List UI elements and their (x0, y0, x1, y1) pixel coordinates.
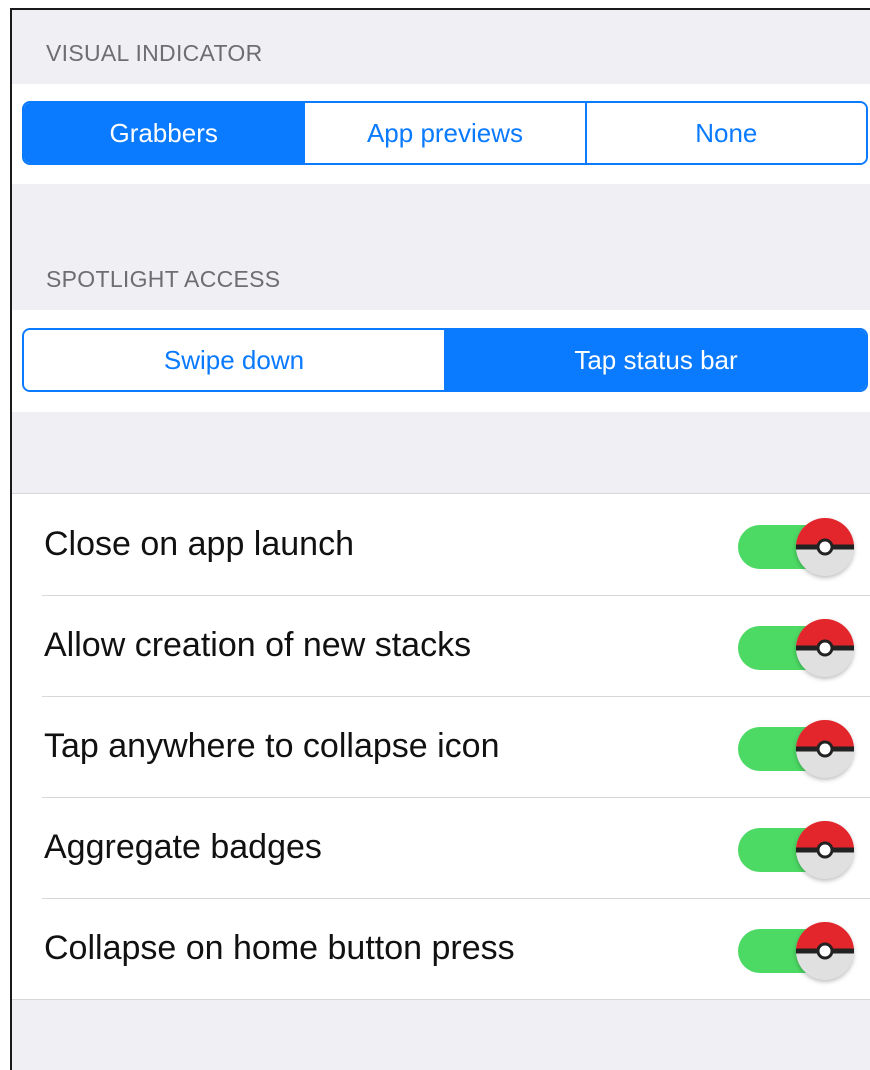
settings-toggle-list: Close on app launch Allow creation of ne… (12, 493, 870, 1000)
visual-indicator-band: Grabbers App previews None (12, 84, 870, 184)
segment-swipe-down[interactable]: Swipe down (24, 330, 446, 390)
settings-screen: VISUAL INDICATOR Grabbers App previews N… (10, 8, 870, 1070)
pokeball-knob-icon (796, 922, 854, 980)
setting-label: Collapse on home button press (44, 929, 515, 967)
pokeball-knob-icon (796, 619, 854, 677)
setting-row-collapse-on-home-button-press: Collapse on home button press (12, 898, 870, 999)
segment-app-previews[interactable]: App previews (305, 103, 587, 163)
tap-anywhere-collapse-toggle[interactable] (738, 718, 856, 780)
setting-label: Allow creation of new stacks (44, 626, 472, 664)
setting-label: Tap anywhere to collapse icon (44, 727, 500, 765)
setting-row-allow-creation-of-new-stacks: Allow creation of new stacks (12, 595, 870, 696)
allow-new-stacks-toggle[interactable] (738, 617, 856, 679)
setting-row-aggregate-badges: Aggregate badges (12, 797, 870, 898)
close-on-app-launch-toggle[interactable] (738, 516, 856, 578)
segment-tap-status-bar[interactable]: Tap status bar (446, 330, 866, 390)
visual-indicator-header: VISUAL INDICATOR (46, 40, 263, 66)
spotlight-access-band: Swipe down Tap status bar (12, 310, 870, 412)
pokeball-knob-icon (796, 720, 854, 778)
spotlight-access-header: SPOTLIGHT ACCESS (46, 266, 281, 292)
setting-row-close-on-app-launch: Close on app launch (12, 494, 870, 595)
setting-label: Aggregate badges (44, 828, 322, 866)
visual-indicator-segmented-control: Grabbers App previews None (22, 101, 868, 165)
setting-row-tap-anywhere-to-collapse-icon: Tap anywhere to collapse icon (12, 696, 870, 797)
segment-none[interactable]: None (586, 103, 866, 163)
pokeball-knob-icon (796, 821, 854, 879)
pokeball-knob-icon (796, 518, 854, 576)
setting-label: Close on app launch (44, 525, 355, 563)
spotlight-access-segmented-control: Swipe down Tap status bar (22, 328, 868, 392)
collapse-on-home-press-toggle[interactable] (738, 920, 856, 982)
aggregate-badges-toggle[interactable] (738, 819, 856, 881)
segment-grabbers[interactable]: Grabbers (24, 103, 306, 163)
